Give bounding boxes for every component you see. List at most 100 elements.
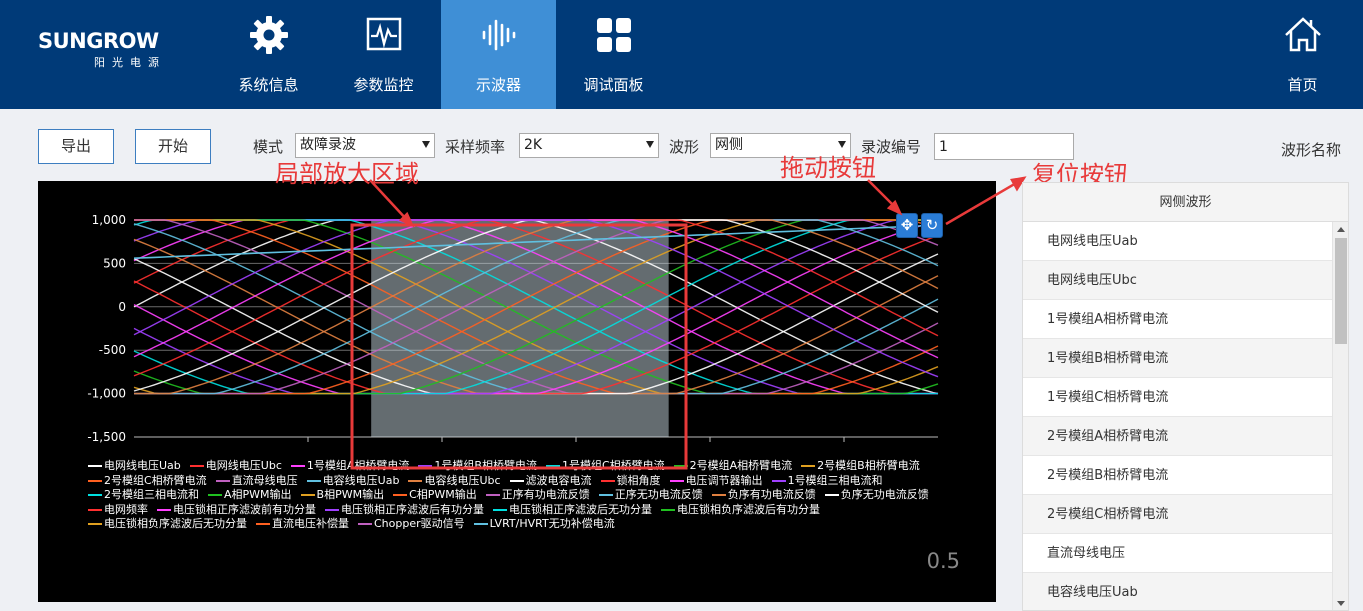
legend-item[interactable]: 直流母线电压 xyxy=(215,474,298,489)
sample-rate-label: 采样频率 xyxy=(445,138,506,156)
legend-label: 电网频率 xyxy=(104,502,148,516)
legend-item[interactable]: 锁相角度 xyxy=(600,474,661,489)
y-tick-label: 0 xyxy=(118,300,126,314)
home-icon xyxy=(1284,17,1321,52)
chart-plot-area[interactable]: 1,000 500 0 -500 -1,000 -1,500 xyxy=(38,181,996,602)
nav-item-system-info[interactable]: 系统信息 xyxy=(211,0,326,109)
wave-list-item[interactable]: 2号模组C相桥臂电流 xyxy=(1023,495,1333,534)
legend-item[interactable]: A相PWM输出 xyxy=(208,488,292,503)
legend-item[interactable]: 电压调节器输出 xyxy=(669,474,763,489)
legend-swatch xyxy=(669,479,684,482)
chevron-down-icon xyxy=(838,141,846,148)
legend-item[interactable]: Chopper驱动信号 xyxy=(358,517,465,532)
nav-label-oscilloscope: 示波器 xyxy=(475,76,521,94)
nav-label-system-info: 系统信息 xyxy=(238,76,299,94)
legend-swatch xyxy=(300,494,315,496)
legend-item[interactable]: 负序有功电流反馈 xyxy=(711,488,816,503)
y-tick-label: -1,000 xyxy=(87,387,126,401)
nav-item-debug-panel[interactable]: 调试面板 xyxy=(556,0,671,109)
legend-item[interactable]: 负序无功电流反馈 xyxy=(824,488,929,503)
legend-label: 正序有功电流反馈 xyxy=(501,488,590,501)
legend-item[interactable]: 电容线电压Uab xyxy=(306,474,399,489)
legend-item[interactable]: 正序无功电流反馈 xyxy=(598,488,703,503)
nav-label-debug-panel: 调试面板 xyxy=(583,76,644,94)
legend-item[interactable]: 电压锁相负序滤波后有功分量 xyxy=(661,503,820,518)
wave-list-scrollbar[interactable] xyxy=(1332,222,1348,610)
legend-label: 电压锁相负序滤波后无功分量 xyxy=(104,517,247,530)
legend-item[interactable]: B相PWM输出 xyxy=(300,488,384,503)
legend-swatch xyxy=(545,465,560,467)
grid-icon xyxy=(596,18,631,52)
legend-item[interactable]: 电压锁相正序滤波后有功分量 xyxy=(325,503,484,518)
legend-swatch xyxy=(673,465,688,467)
legend-swatch xyxy=(189,465,204,467)
legend-swatch xyxy=(215,479,230,482)
export-button[interactable]: 导出 xyxy=(38,129,114,164)
y-tick-label: 1,000 xyxy=(92,213,126,227)
scroll-down-icon[interactable] xyxy=(1337,601,1345,606)
nav-item-home[interactable]: 首页 xyxy=(1245,0,1360,109)
legend-label: 电压锁相正序滤波前有功分量 xyxy=(173,502,316,516)
legend-item[interactable]: 1号模组A相桥臂电流 xyxy=(290,459,409,474)
legend-item[interactable]: 1号模组三相电流和 xyxy=(771,474,883,489)
wave-list-item[interactable]: 2号模组B相桥臂电流 xyxy=(1023,456,1333,495)
drag-button[interactable]: ✥ xyxy=(896,213,918,238)
legend-label: 2号模组三相电流和 xyxy=(104,488,199,501)
legend-swatch xyxy=(824,494,839,496)
legend-swatch xyxy=(408,479,423,482)
legend-item[interactable]: 电网频率 xyxy=(88,503,148,518)
brand-subtitle: 阳光电源 xyxy=(94,56,166,69)
waveform-label: 波形 xyxy=(669,138,700,156)
wave-list-item[interactable]: 直流母线电压 xyxy=(1023,534,1333,573)
legend-item[interactable]: 2号模组B相桥臂电流 xyxy=(801,459,920,474)
legend-label: 电压锁相正序滤波后有功分量 xyxy=(341,502,484,516)
legend-item[interactable]: LVRT/HVRT无功补偿电流 xyxy=(473,517,615,532)
legend-swatch xyxy=(325,508,339,511)
legend-item[interactable]: 正序有功电流反馈 xyxy=(485,488,590,503)
y-tick-label: 500 xyxy=(103,256,126,270)
legend-item[interactable]: 1号模组C相桥臂电流 xyxy=(545,459,665,474)
legend-swatch xyxy=(88,523,102,525)
legend-swatch xyxy=(358,523,372,525)
legend-swatch xyxy=(256,523,270,525)
legend-label: 2号模组B相桥臂电流 xyxy=(817,459,920,472)
legend-item[interactable]: 滤波电容电流 xyxy=(509,474,592,489)
gear-icon xyxy=(249,16,288,54)
legend-item[interactable]: 1号模组B相桥臂电流 xyxy=(418,459,537,474)
legend-label: 直流电压补偿量 xyxy=(272,517,349,530)
scroll-up-icon[interactable] xyxy=(1337,227,1345,232)
y-tick-label: -1,500 xyxy=(87,430,126,444)
wave-list-item[interactable]: 2号模组A相桥臂电流 xyxy=(1023,417,1333,456)
legend-item[interactable]: 2号模组三相电流和 xyxy=(88,488,199,503)
legend-item[interactable]: 电压锁相正序滤波后无功分量 xyxy=(493,503,652,518)
legend-item[interactable]: 电压锁相正序滤波前有功分量 xyxy=(157,503,316,518)
nav-item-param-monitor[interactable]: 参数监控 xyxy=(326,0,441,109)
wave-list-item[interactable]: 1号模组A相桥臂电流 xyxy=(1023,300,1333,339)
legend-item[interactable]: 直流电压补偿量 xyxy=(256,517,349,532)
wave-list-item[interactable]: 1号模组B相桥臂电流 xyxy=(1023,339,1333,378)
legend-swatch xyxy=(493,508,507,511)
legend-item[interactable]: 2号模组A相桥臂电流 xyxy=(673,459,792,474)
annotation-drag-button: 拖动按钮 xyxy=(780,154,876,182)
legend-item[interactable]: 电压锁相负序滤波后无功分量 xyxy=(88,517,247,532)
brand-logo: SUNGROW 阳光电源 xyxy=(38,30,178,70)
zoom-value: 0.5 xyxy=(926,549,960,573)
wave-list-item[interactable]: 电网线电压Ubc xyxy=(1023,261,1333,300)
legend-item[interactable]: 电容线电压Ubc xyxy=(408,474,501,489)
wave-list-item[interactable]: 电容线电压Uab xyxy=(1023,573,1333,610)
wave-list-item[interactable]: 电网线电压Uab xyxy=(1023,222,1333,261)
legend-item[interactable]: 电网线电压Uab xyxy=(88,459,181,474)
legend-swatch xyxy=(473,523,488,525)
start-button[interactable]: 开始 xyxy=(135,129,211,164)
legend-item[interactable]: 2号模组C相桥臂电流 xyxy=(88,474,207,489)
nav-item-oscilloscope[interactable]: 示波器 xyxy=(441,0,556,109)
reset-button[interactable]: ↻ xyxy=(921,213,943,238)
legend-item[interactable]: C相PWM输出 xyxy=(393,488,477,503)
legend-label: 1号模组B相桥臂电流 xyxy=(434,459,537,472)
legend-item[interactable]: 电网线电压Ubc xyxy=(189,459,282,474)
legend-swatch xyxy=(711,494,726,496)
sample-rate-select[interactable]: 2K xyxy=(519,133,659,158)
wave-list-item[interactable]: 1号模组C相桥臂电流 xyxy=(1023,378,1333,417)
oscilloscope-chart[interactable]: 1,000 500 0 -500 -1,000 -1,500 电网线电压Uab 电网线电压U… xyxy=(38,181,996,602)
scroll-thumb[interactable] xyxy=(1335,238,1347,344)
